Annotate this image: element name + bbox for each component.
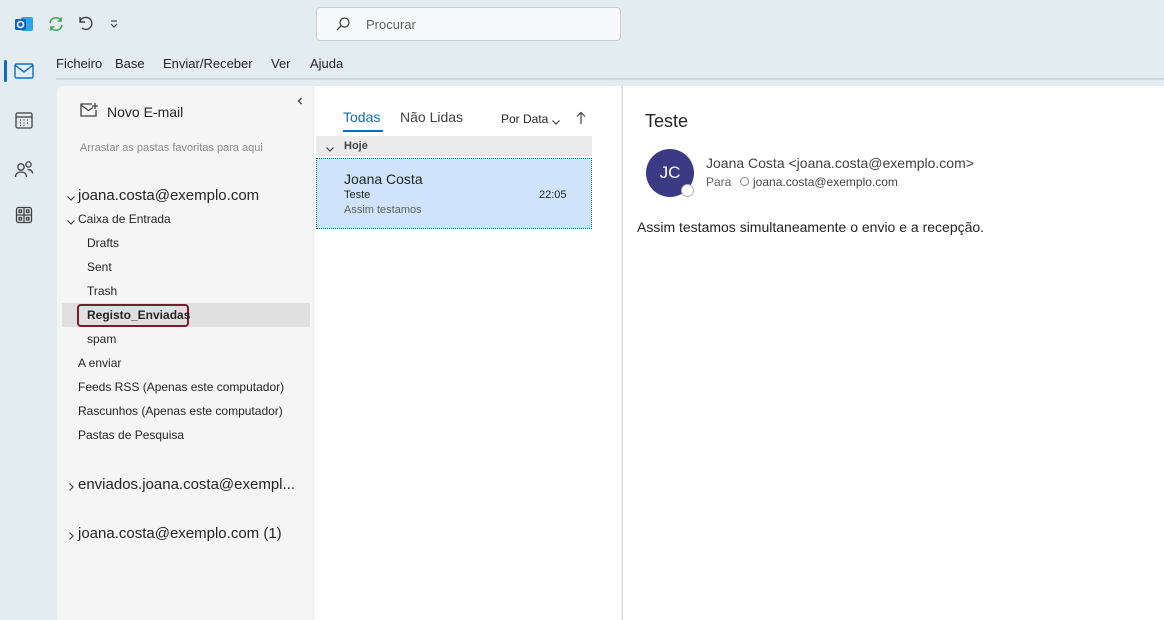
folder-drafts[interactable]: Drafts [87,236,119,250]
menu-ver[interactable]: Ver [271,56,291,71]
menu-base[interactable]: Base [115,56,145,71]
search-placeholder: Procurar [366,17,416,32]
reading-subject: Teste [645,111,689,131]
folder-a-enviar[interactable]: A enviar [78,356,121,370]
tab-active-underline [343,130,383,132]
recipient-address[interactable]: joana.costa@exemplo.com [753,175,898,189]
search-box[interactable]: Procurar [316,7,621,41]
chevron-down-icon[interactable] [325,141,335,159]
message-preview: Assim testamos [344,204,422,216]
undo-icon[interactable] [74,12,96,34]
message-sender: Joana Costa [344,171,423,187]
customize-toolbar-icon[interactable] [103,13,125,35]
account-name[interactable]: joana.costa@exemplo.com [78,187,259,204]
folder-pastas-de-pesquisa[interactable]: Pastas de Pesquisa [78,428,184,442]
group-label: Hoje [344,140,368,152]
sort-direction-icon[interactable] [575,111,587,130]
folder-feeds-rss[interactable]: Feeds RSS (Apenas este computador) [78,380,284,394]
menu-ficheiro[interactable]: Ficheiro [56,56,102,71]
apps-icon[interactable] [8,199,40,231]
mail-icon[interactable] [8,55,40,87]
new-mail-button[interactable]: Novo E-mail [107,104,183,120]
avatar-initials: JC [659,163,681,182]
favorites-hint: Arrastar as pastas favoritas para aqui [80,142,263,154]
calendar-icon[interactable] [8,104,40,136]
chevron-down-icon[interactable] [551,114,561,132]
outlook-logo-icon [13,13,35,35]
rail-active-indicator [4,60,7,82]
sort-by-date[interactable]: Por Data [501,112,548,126]
folder-spam[interactable]: spam [87,332,116,346]
message-body: Assim testamos simultaneamente o envio e… [637,219,985,235]
account-second[interactable]: joana.costa@exemplo.com (1) [78,525,282,542]
folder-inbox[interactable]: Caixa de Entrada [78,212,171,226]
chevron-right-icon[interactable] [66,528,76,546]
search-icon [335,16,351,37]
message-time: 22:05 [539,189,567,201]
folder-rascunhos[interactable]: Rascunhos (Apenas este computador) [78,404,283,418]
people-icon[interactable] [8,153,40,185]
recipient-status-icon [740,177,749,186]
folder-sent[interactable]: Sent [87,260,112,274]
message-subject: Teste [344,189,371,201]
tab-todas[interactable]: Todas [343,109,380,125]
chevron-down-icon[interactable] [66,214,76,232]
chevron-right-icon[interactable] [66,479,76,497]
tab-nao-lidas[interactable]: Não Lidas [400,109,463,125]
menu-divider [56,78,1164,80]
sync-icon[interactable] [45,13,67,35]
folder-registo-enviadas[interactable]: Registo_Enviadas [87,308,190,322]
menu-enviar-receber[interactable]: Enviar/Receber [163,56,253,71]
chevron-down-icon[interactable] [66,190,76,208]
collapse-pane-icon[interactable] [295,93,305,111]
new-mail-icon[interactable] [79,102,99,123]
sender-address[interactable]: Joana Costa <joana.costa@exemplo.com> [706,155,974,171]
account-enviados[interactable]: enviados.joana.costa@exempl... [78,476,295,493]
menu-ajuda[interactable]: Ajuda [310,56,343,71]
folder-trash[interactable]: Trash [87,284,117,298]
to-label: Para [706,175,732,189]
presence-status-icon [681,184,694,197]
